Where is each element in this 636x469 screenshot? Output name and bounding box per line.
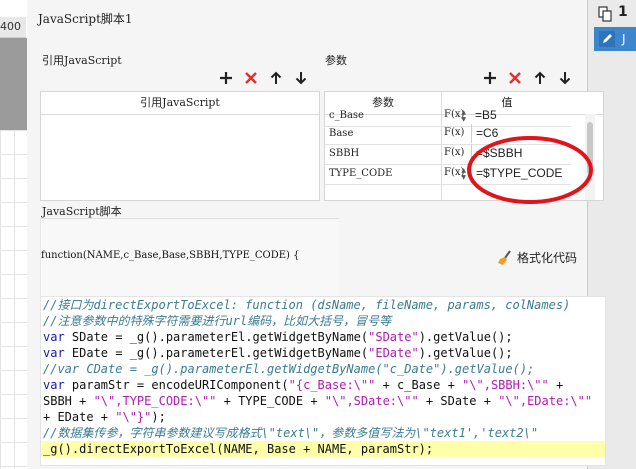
params-section-label: 参数 — [325, 54, 347, 67]
javascript-dialog: JavaScript脚本1 引用JavaScript 参数 引用JavaScri… — [27, 0, 606, 469]
param-delete-button[interactable] — [507, 70, 523, 86]
script-section-label: JavaScript脚本 — [42, 205, 122, 218]
panel-selected-item[interactable]: J — [594, 27, 636, 51]
code-text: + — [548, 378, 564, 392]
code-text: + c_Base + — [375, 378, 463, 392]
code-string: "\"}" — [115, 410, 152, 424]
panel-number: 1 — [618, 4, 628, 20]
plus-icon — [220, 72, 232, 84]
params-scrollbar-thumb[interactable] — [587, 122, 593, 174]
arrow-down-icon — [295, 72, 307, 85]
code-string: "\",SBBH:\"" — [462, 378, 549, 392]
broom-icon — [498, 249, 511, 265]
code-line[interactable]: //注意参数中的特殊字符需要进行url编码，比如大括号，冒号等 — [41, 313, 605, 329]
code-comment: //var CDate = _g().parameterEl.getWidget… — [43, 362, 535, 376]
code-text: _g().directExportToExcel(NAME, Base + NA… — [43, 442, 434, 456]
code-comment: //注意参数中的特殊字符需要进行url编码，比如大括号，冒号等 — [43, 314, 392, 328]
param-value[interactable]: =$TYPE_CODE — [471, 164, 574, 183]
function-signature: function(NAME,c_Base,Base,SBBH,TYPE_CODE… — [41, 250, 300, 261]
param-row[interactable]: TYPE_CODE F(x) ▲ ▼ =$TYPE_CODE — [325, 164, 571, 185]
param-row[interactable]: SBBH F(x) =$SBBH — [325, 144, 571, 165]
code-string: "SDate" — [368, 330, 419, 344]
code-line[interactable]: var SDate = _g().parameterEl.getWidgetBy… — [41, 329, 605, 345]
code-comment: //数据集传参，字符串参数建议写成格式\"text\"，参数多值写法为\"tex… — [43, 426, 539, 440]
arrow-down-icon — [559, 72, 571, 85]
param-row[interactable]: Base F(x) =C6 — [325, 124, 571, 145]
param-move-down-button[interactable] — [557, 70, 573, 86]
param-name: c_Base — [329, 110, 364, 121]
param-name: Base — [329, 128, 354, 139]
code-text: SDate = _g().parameterEl.getWidgetByName… — [64, 330, 369, 344]
background-sheet-left: 400 — [0, 0, 28, 469]
lib-table[interactable]: 引用JavaScript — [40, 91, 320, 201]
formula-toggle[interactable]: F(x) ▲ ▼ — [444, 107, 466, 125]
param-move-up-button[interactable] — [532, 70, 548, 86]
formula-toggle[interactable]: F(x) ▲ ▼ — [444, 165, 466, 183]
code-line-current[interactable]: _g().directExportToExcel(NAME, Base + NA… — [41, 441, 605, 457]
param-add-button[interactable] — [482, 70, 498, 86]
code-line[interactable]: SBBH + "\",TYPE_CODE:\"" + TYPE_CODE + "… — [41, 393, 605, 409]
param-name: SBBH — [329, 148, 360, 159]
sheet-grid — [0, 130, 27, 469]
code-string: "\",EDate:\"" — [498, 394, 593, 408]
dialog-title: JavaScript脚本1 — [38, 12, 133, 26]
code-text: SBBH + — [43, 394, 94, 408]
code-string: "EDate" — [368, 346, 419, 360]
delete-x-icon — [245, 72, 257, 84]
lib-toolbar — [218, 70, 309, 86]
spinner-arrows-icon: ▲ ▼ — [461, 167, 466, 181]
params-toolbar — [482, 70, 573, 86]
sheet-dark-region — [0, 38, 27, 130]
edit-pencil-icon — [599, 31, 615, 47]
lib-table-header: 引用JavaScript — [41, 92, 319, 115]
lib-move-up-button[interactable] — [268, 70, 284, 86]
code-line[interactable]: var paramStr = encodeURIComponent("{c_Ba… — [41, 377, 605, 393]
row-header-cell: 400 — [0, 17, 26, 38]
param-name: TYPE_CODE — [329, 168, 393, 179]
param-value[interactable]: =C6 — [471, 124, 574, 143]
code-string: "\",TYPE_CODE:\"" — [93, 394, 217, 408]
lib-delete-button[interactable] — [243, 70, 259, 86]
code-text: paramStr = encodeURIComponent( — [64, 378, 289, 392]
lib-move-down-button[interactable] — [293, 70, 309, 86]
plus-icon — [484, 72, 496, 84]
format-code-button[interactable]: 格式化代码 — [497, 249, 577, 266]
lib-add-button[interactable] — [218, 70, 234, 86]
code-editor[interactable]: //接口为directExportToExcel: function (dsNa… — [40, 296, 606, 466]
copy-icon[interactable] — [598, 6, 612, 22]
panel-item-label: J — [622, 32, 626, 46]
param-value[interactable]: =$SBBH — [471, 144, 574, 163]
param-value[interactable]: =B5 — [471, 106, 573, 125]
formula-toggle[interactable]: F(x) — [444, 125, 466, 143]
formula-toggle[interactable]: F(x) — [444, 145, 466, 163]
code-keyword: var — [43, 346, 65, 360]
format-code-label: 格式化代码 — [517, 251, 578, 265]
code-string: "\",SDate:\"" — [324, 394, 419, 408]
code-line[interactable]: //数据集传参，字符串参数建议写成格式\"text\"，参数多值写法为\"tex… — [41, 425, 605, 441]
arrow-up-icon — [270, 71, 282, 84]
code-text: + TYPE_CODE + — [216, 394, 325, 408]
code-string: "{c_Base:\"" — [288, 378, 376, 392]
code-line[interactable]: //接口为directExportToExcel: function (dsNa… — [41, 297, 605, 313]
code-text: ); — [151, 410, 166, 424]
code-text: + SDate + — [418, 394, 499, 408]
delete-x-icon — [509, 72, 521, 84]
code-text: ).getValue(); — [418, 330, 513, 344]
params-table: 参数 值 c_Base F(x) ▲ ▼ =B5 Base F(x) =C6 SBB… — [324, 91, 604, 201]
code-keyword: var — [43, 330, 65, 344]
code-comment: //接口为directExportToExcel: function (dsNa… — [43, 298, 571, 312]
code-keyword: var — [43, 378, 65, 392]
code-text: + EDate + — [43, 410, 116, 424]
code-text: ).getValue(); — [418, 346, 513, 360]
lib-section-label: 引用JavaScript — [42, 54, 122, 67]
code-line[interactable]: var EDate = _g().parameterEl.getWidgetBy… — [41, 345, 605, 361]
arrow-up-icon — [534, 71, 546, 84]
code-text: EDate = _g().parameterEl.getWidgetByName… — [64, 346, 369, 360]
spinner-arrows-icon: ▲ ▼ — [461, 109, 466, 123]
code-line[interactable]: //var CDate = _g().parameterEl.getWidget… — [41, 361, 605, 377]
code-line[interactable]: + EDate + "\"}"); — [41, 409, 605, 425]
